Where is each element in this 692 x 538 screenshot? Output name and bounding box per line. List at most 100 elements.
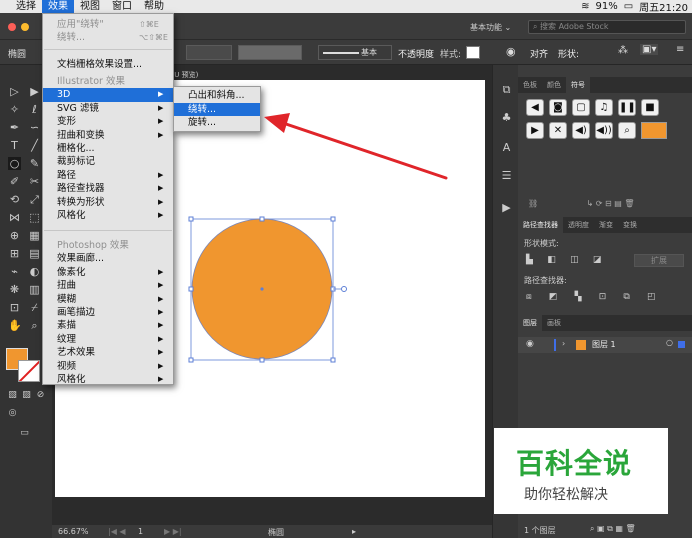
tab-pathfinder[interactable]: 路径查找器	[518, 217, 563, 233]
menu-item-convert-to-shape[interactable]: 转换为形状 ▶	[43, 196, 173, 209]
handle-top-left[interactable]	[188, 216, 194, 222]
exclude-icon[interactable]: ◪	[593, 255, 602, 265]
menu-item-apply-last-effect: 应用"绕转" ⇧⌘E	[43, 18, 173, 31]
layer-footer-icons[interactable]: ⌕ ▣ ⧉ ▦ 🗑	[590, 524, 636, 534]
submenu-item-extrude-bevel[interactable]: 凸出和斜角...	[174, 89, 260, 102]
menu-item-effect-gallery[interactable]: 效果画廊...	[43, 252, 173, 265]
menu-item-svg-filters[interactable]: SVG 滤镜 ▶	[43, 102, 173, 115]
paragraph-icon[interactable]: ☰	[500, 169, 513, 182]
menu-item-document-raster-settings[interactable]: 文档栅格效果设置...	[43, 58, 173, 71]
camera-symbol[interactable]: ◙	[549, 99, 567, 116]
tab-layers[interactable]: 图层	[518, 315, 542, 331]
crop-icon[interactable]: ⊡	[599, 292, 607, 302]
menu-item-pathfinder[interactable]: 路径查找器 ▶	[43, 182, 173, 195]
arrow-left-symbol[interactable]: ◀	[526, 99, 544, 116]
menu-item-label: Illustrator 效果	[57, 76, 125, 87]
submenu-arrow-icon: ▶	[158, 117, 164, 126]
expand-button[interactable]: 扩展	[634, 254, 684, 267]
volume-high-symbol[interactable]: ◀))	[595, 122, 613, 139]
handle-left[interactable]	[188, 286, 194, 292]
submenu-item-revolve[interactable]: 绕转...	[174, 102, 260, 116]
menu-item-label: Photoshop 效果	[57, 240, 129, 251]
orange-grid-symbol[interactable]	[641, 122, 667, 139]
selection-indicator[interactable]	[678, 341, 685, 348]
status-bar: 66.67% |◀ ◀ 1 ▶ ▶| 椭圆 ▸	[52, 525, 492, 538]
music-symbol[interactable]: ♫	[595, 99, 613, 116]
pie-widget-handle[interactable]	[341, 286, 347, 292]
menu-item-label: 素描	[57, 320, 77, 332]
brushes-icon[interactable]: ♣	[500, 111, 513, 124]
menu-item-path[interactable]: 路径 ▶	[43, 169, 173, 182]
handle-bottom-left[interactable]	[188, 357, 194, 363]
menu-item-last-effect: 绕转... ⌥⇧⌘E	[43, 31, 173, 44]
menu-item-label: 扭曲	[57, 280, 77, 292]
tab-artboards[interactable]: 画板	[542, 318, 566, 328]
menu-item-3d[interactable]: 3D ▶	[43, 88, 173, 102]
menu-item-sketch[interactable]: 素描 ▶	[43, 319, 173, 332]
copy-symbol[interactable]: ▢	[572, 99, 590, 116]
artboard-number[interactable]: 1	[138, 527, 143, 536]
target-icon[interactable]: ○	[666, 338, 673, 347]
tab-transparency[interactable]: 透明度	[563, 220, 594, 230]
tab-gradient[interactable]: 渐变	[594, 220, 618, 230]
expand-layer-icon[interactable]: ›	[562, 339, 565, 348]
handle-top-right[interactable]	[330, 216, 336, 222]
menu-shortcut: ⇧⌘E	[139, 20, 159, 29]
menu-item-label: 纹理	[57, 333, 77, 345]
menu-item-crop-marks[interactable]: 裁剪标记	[43, 155, 173, 168]
play-action-icon[interactable]: ▶	[500, 201, 513, 214]
handle-bottom-right[interactable]	[330, 357, 336, 363]
submenu-arrow-icon: ▶	[158, 375, 164, 383]
artboard-navigation-next[interactable]: ▶ ▶|	[164, 527, 182, 536]
layer-row[interactable]: ◉ › 图层 1 ○	[518, 337, 692, 353]
tab-transform[interactable]: 变换	[618, 220, 642, 230]
unite-icon[interactable]: ▙	[526, 255, 533, 265]
status-menu-arrow[interactable]: ▸	[352, 527, 356, 536]
magnifier-symbol[interactable]: ⌕	[618, 122, 636, 139]
libraries-icon[interactable]: ⧉	[500, 83, 513, 96]
pathfinder-panel-tabs: 路径查找器 透明度 渐变 变换	[518, 217, 692, 233]
zoom-level[interactable]: 66.67%	[58, 527, 89, 536]
handle-top[interactable]	[259, 216, 265, 222]
menu-item-blur[interactable]: 模糊 ▶	[43, 293, 173, 306]
merge-icon[interactable]: ▚	[575, 292, 582, 302]
submenu-arrow-icon: ▶	[158, 361, 164, 370]
handle-bottom[interactable]	[259, 357, 265, 363]
menu-item-brush-strokes[interactable]: 画笔描边 ▶	[43, 306, 173, 319]
volume-low-symbol[interactable]: ◀)	[572, 122, 590, 139]
menu-item-video[interactable]: 视频 ▶	[43, 360, 173, 373]
menu-item-artistic[interactable]: 艺术效果 ▶	[43, 346, 173, 359]
stop-symbol[interactable]: ■	[641, 99, 659, 116]
play-symbol[interactable]: ▶	[526, 122, 544, 139]
menu-item-texture[interactable]: 纹理 ▶	[43, 333, 173, 346]
minus-front-icon[interactable]: ◧	[547, 255, 556, 265]
divide-icon[interactable]: ⧈	[526, 292, 532, 302]
artboard-navigation[interactable]: |◀ ◀	[108, 527, 126, 536]
menu-item-rasterize[interactable]: 栅格化...	[43, 142, 173, 155]
tab-swatches[interactable]: 色板	[518, 80, 542, 90]
menu-item-pixelate[interactable]: 像素化 ▶	[43, 266, 173, 279]
submenu-item-rotate[interactable]: 旋转...	[174, 116, 260, 129]
visibility-eye-icon[interactable]: ◉	[526, 339, 534, 349]
character-icon[interactable]: A	[500, 141, 513, 154]
menu-item-distort-transform[interactable]: 扭曲和变换 ▶	[43, 129, 173, 142]
trim-icon[interactable]: ◩	[549, 292, 558, 302]
tab-color[interactable]: 颜色	[542, 80, 566, 90]
mute-symbol[interactable]: ✕	[549, 122, 567, 139]
menu-item-label: 风格化	[57, 210, 86, 221]
symbols-footer-icons[interactable]: ⛓ ↳ ⟳ ⊟ ▤ 🗑	[528, 199, 688, 208]
pause-symbol[interactable]: ❚❚	[618, 99, 636, 116]
menu-item-distort[interactable]: 扭曲 ▶	[43, 279, 173, 292]
minus-back-icon[interactable]: ◰	[647, 292, 656, 302]
intersect-icon[interactable]: ◫	[570, 255, 579, 265]
menu-item-warp[interactable]: 变形 ▶	[43, 115, 173, 128]
outline-icon[interactable]: ⧉	[623, 292, 629, 302]
menu-item-label: 文档栅格效果设置...	[57, 59, 143, 70]
menu-item-stylize-ps[interactable]: 风格化 ▶	[43, 373, 173, 386]
tab-symbols[interactable]: 符号	[566, 77, 590, 93]
menu-item-label: 绕转...	[57, 32, 86, 44]
layer-name[interactable]: 图层 1	[592, 339, 616, 350]
submenu-item-label: 绕转...	[188, 103, 217, 115]
menu-item-stylize[interactable]: 风格化 ▶	[43, 209, 173, 222]
menu-item-label: 扭曲和变换	[57, 129, 105, 141]
